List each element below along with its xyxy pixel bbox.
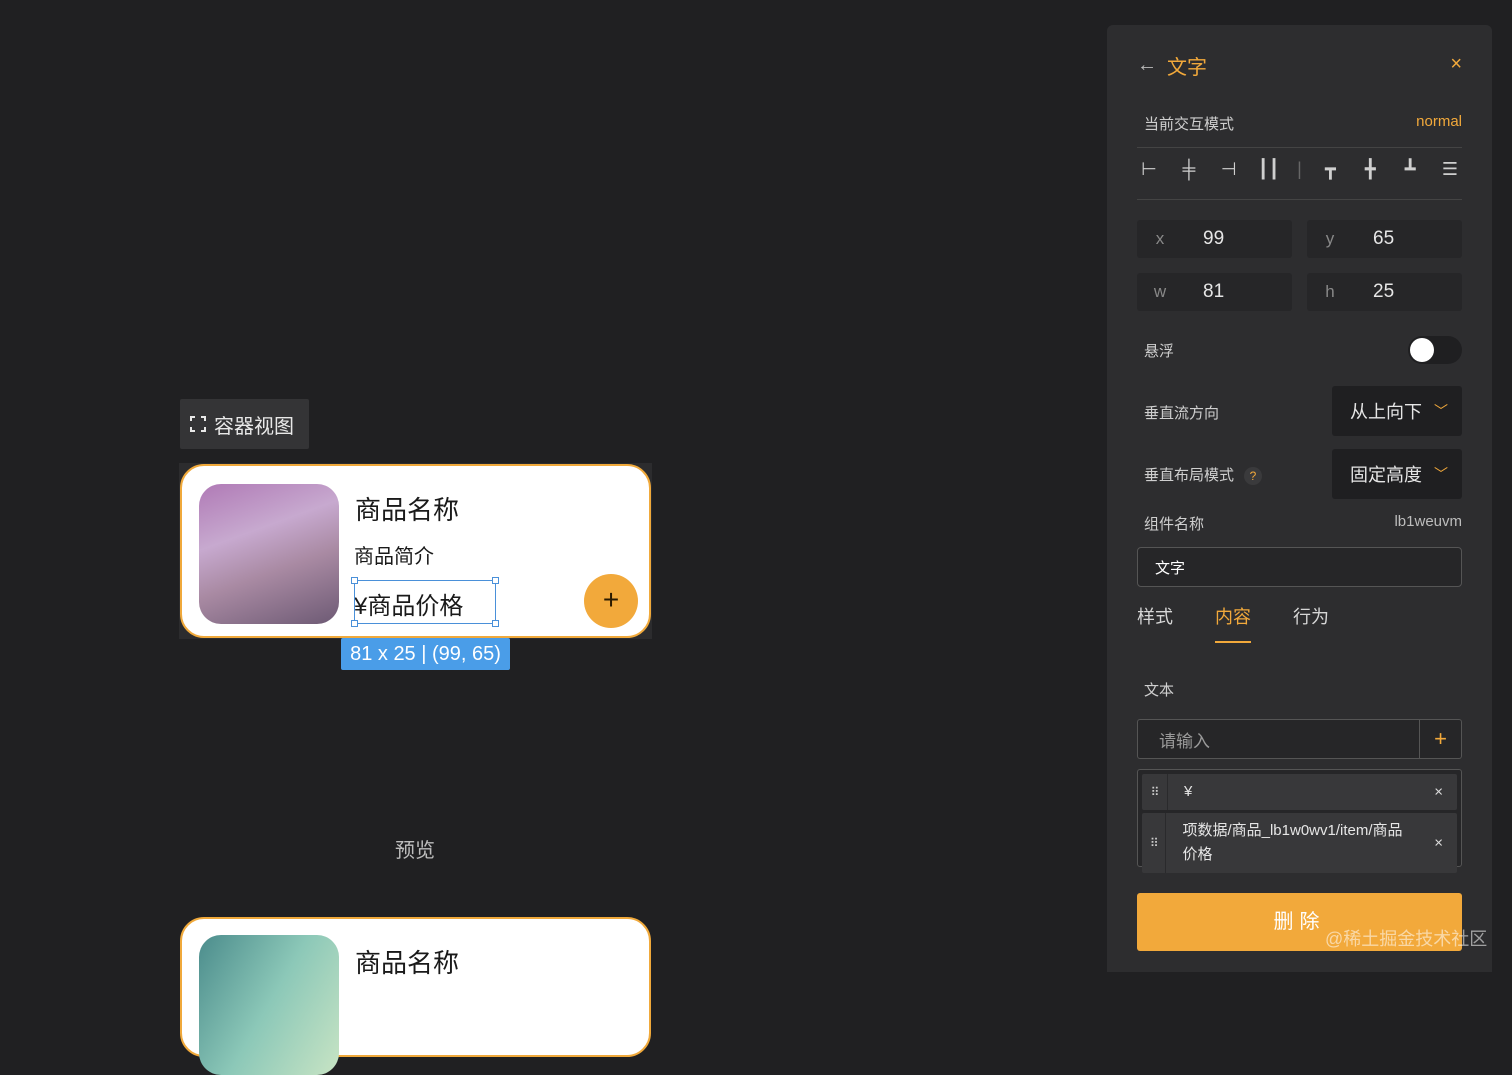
properties-panel: ← 文字 × 当前交互模式 normal ⊢ ╪ ⊣ ┃┃ | ┳ ╋ ┻ ☰ … [1107, 25, 1492, 972]
tab-style[interactable]: 样式 [1137, 603, 1173, 643]
drag-handle-icon[interactable]: ⠿ [1142, 774, 1168, 810]
w-value[interactable]: 81 [1183, 281, 1224, 303]
preview-product-image [199, 935, 339, 1075]
tab-content[interactable]: 内容 [1215, 603, 1251, 643]
selection-box[interactable] [351, 577, 499, 627]
text-input-placeholder: 请输入 [1159, 731, 1210, 751]
component-name-input[interactable]: 文字 [1137, 547, 1462, 587]
container-view-button[interactable]: 容器视图 [180, 399, 309, 449]
align-top-icon[interactable]: ┳ [1318, 159, 1342, 180]
drag-handle-icon[interactable]: ⠿ [1142, 813, 1167, 873]
vertical-layout-value: 固定高度 [1350, 465, 1422, 485]
remove-tag-icon[interactable]: × [1434, 784, 1443, 801]
text-label: 文本 [1144, 682, 1175, 699]
resize-handle-bottom-left[interactable] [351, 620, 358, 627]
y-label: y [1325, 229, 1335, 248]
chevron-down-icon: ﹀ [1434, 466, 1448, 482]
w-label: w [1153, 282, 1167, 301]
h-label: h [1325, 282, 1335, 301]
interaction-mode-label: 当前交互模式 [1144, 116, 1235, 133]
add-text-button[interactable]: + [1419, 720, 1461, 758]
text-tag[interactable]: ⠿ ¥ × [1142, 774, 1457, 810]
toggle-knob [1410, 338, 1434, 362]
align-bottom-icon[interactable]: ┻ [1398, 159, 1422, 180]
preview-product-title: 商品名称 [355, 948, 460, 978]
fullscreen-icon [190, 416, 206, 432]
h-value[interactable]: 25 [1353, 281, 1394, 303]
align-center-h-icon[interactable]: ╪ [1177, 159, 1201, 180]
x-field[interactable]: x 99 [1137, 220, 1292, 258]
text-tag-value: ¥ [1184, 783, 1193, 800]
align-left-icon[interactable]: ⊢ [1137, 159, 1161, 180]
text-tags-list: ⠿ ¥ × ⠿ 项数据/商品_lb1w0wv1/item/商品价格 × [1137, 769, 1462, 873]
product-description[interactable]: 商品简介 [354, 540, 434, 569]
vertical-flow-select[interactable]: 从上向下 ﹀ [1332, 386, 1462, 436]
distribute-h-icon[interactable]: ┃┃ [1257, 159, 1281, 180]
component-name-label: 组件名称 [1144, 516, 1205, 533]
w-field[interactable]: w 81 [1137, 273, 1292, 311]
panel-header: ← 文字 [1137, 51, 1207, 80]
back-arrow-icon[interactable]: ← [1137, 54, 1157, 77]
vertical-layout-label: 垂直布局模式 [1144, 467, 1235, 484]
resize-handle-top-right[interactable] [492, 577, 499, 584]
vertical-layout-label-row: 垂直布局模式? [1144, 464, 1263, 485]
float-label: 悬浮 [1144, 343, 1175, 360]
help-icon[interactable]: ? [1244, 467, 1263, 485]
toolbar-separator: | [1297, 159, 1302, 179]
text-input[interactable]: 请输入 + [1137, 719, 1462, 759]
panel-tabs: 样式 内容 行为 [1137, 603, 1329, 643]
alignment-toolbar: ⊢ ╪ ⊣ ┃┃ | ┳ ╋ ┻ ☰ [1137, 159, 1462, 180]
product-title[interactable]: 商品名称 [355, 490, 459, 527]
divider [1137, 147, 1462, 148]
distribute-v-icon[interactable]: ☰ [1438, 159, 1462, 180]
vertical-flow-value: 从上向下 [1350, 402, 1422, 422]
y-value[interactable]: 65 [1353, 228, 1394, 250]
interaction-mode-value: normal [1416, 113, 1462, 130]
panel-title: 文字 [1167, 57, 1207, 79]
container-view-label: 容器视图 [214, 415, 294, 438]
watermark: @稀土掘金技术社区 [1325, 929, 1488, 949]
x-label: x [1155, 229, 1165, 248]
remove-tag-icon[interactable]: × [1434, 835, 1443, 852]
h-field[interactable]: h 25 [1307, 273, 1462, 311]
resize-handle-top-left[interactable] [351, 577, 358, 584]
chevron-down-icon: ﹀ [1434, 403, 1448, 419]
float-toggle[interactable] [1408, 336, 1462, 364]
product-image[interactable] [199, 484, 339, 624]
align-center-v-icon[interactable]: ╋ [1358, 159, 1382, 180]
preview-card: 商品名称 [180, 917, 651, 1075]
close-icon[interactable]: × [1450, 53, 1462, 76]
align-right-icon[interactable]: ⊣ [1217, 159, 1241, 180]
add-to-cart-button[interactable]: + [584, 574, 638, 628]
y-field[interactable]: y 65 [1307, 220, 1462, 258]
tab-behavior[interactable]: 行为 [1293, 603, 1329, 643]
vertical-flow-label: 垂直流方向 [1144, 405, 1220, 422]
resize-handle-bottom-right[interactable] [492, 620, 499, 627]
component-id: lb1weuvm [1394, 513, 1462, 530]
selection-size-tag: 81 x 25 | (99, 65) [341, 638, 510, 670]
preview-label: 预览 [395, 840, 435, 862]
text-tag-value: 项数据/商品_lb1w0wv1/item/商品价格 [1182, 822, 1403, 863]
vertical-layout-select[interactable]: 固定高度 ﹀ [1332, 449, 1462, 499]
text-tag[interactable]: ⠿ 项数据/商品_lb1w0wv1/item/商品价格 × [1142, 813, 1457, 873]
divider [1137, 199, 1462, 200]
x-value[interactable]: 99 [1183, 228, 1224, 250]
